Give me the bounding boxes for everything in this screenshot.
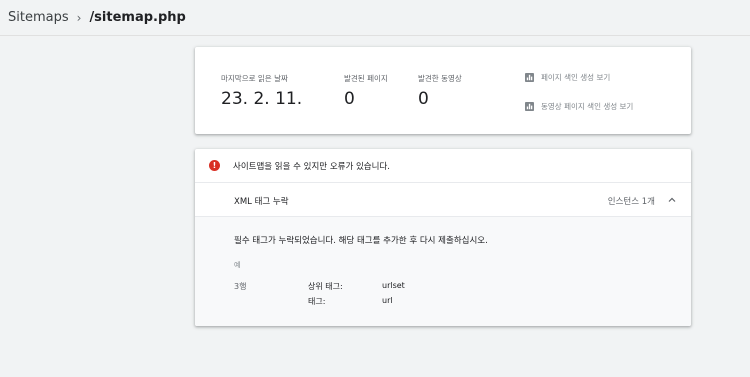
issue-example-label: 예: [234, 261, 241, 269]
stat-discovered-pages: 발견된 페이지 0: [344, 73, 388, 109]
bar-chart-icon: [525, 73, 534, 82]
stat-discovered-pages-value: 0: [344, 89, 355, 109]
view-page-indexing-label: 페이지 색인 생성 보기: [541, 73, 611, 82]
stat-discovered-videos-value: 0: [418, 89, 429, 109]
stat-discovered-pages-label: 발견된 페이지: [344, 74, 388, 83]
tag-key: 태그:: [308, 297, 326, 306]
issue-row-title: XML 태그 누락: [234, 197, 289, 207]
stat-discovered-videos-label: 발견한 동영상: [418, 74, 462, 83]
tag-value: url: [382, 296, 393, 305]
page-title: /sitemap.php: [89, 10, 186, 25]
issue-line-number: 3행: [234, 282, 247, 291]
view-video-indexing-link[interactable]: 동영상 페이지 색인 생성 보기: [525, 101, 633, 112]
sitemap-summary-card: 마지막으로 읽은 날짜 23. 2. 11. 발견된 페이지 0 발견한 동영상…: [195, 47, 691, 134]
issue-title: 사이트맵을 읽을 수 있지만 오류가 있습니다.: [233, 162, 390, 172]
view-page-indexing-link[interactable]: 페이지 색인 생성 보기: [525, 72, 610, 83]
stat-last-read: 마지막으로 읽은 날짜 23. 2. 11.: [221, 73, 302, 109]
breadcrumb: Sitemaps › /sitemap.php: [0, 0, 750, 36]
issue-detail-message: 필수 태그가 누락되었습니다. 해당 태그를 추가한 후 다시 제출하십시오.: [234, 236, 488, 246]
bar-chart-icon: [525, 102, 534, 111]
breadcrumb-sitemaps-link[interactable]: Sitemaps: [8, 10, 69, 25]
sitemap-issues-card: ! 사이트맵을 읽을 수 있지만 오류가 있습니다. XML 태그 누락 인스턴…: [195, 149, 691, 326]
view-video-indexing-label: 동영상 페이지 색인 생성 보기: [541, 102, 634, 111]
breadcrumb-separator: ›: [76, 10, 82, 25]
issue-row-xml-tag-missing[interactable]: XML 태그 누락 인스턴스 1개: [195, 183, 691, 217]
parent-tag-value: urlset: [382, 281, 405, 290]
stat-discovered-videos: 발견한 동영상 0: [418, 73, 462, 109]
chevron-up-icon[interactable]: [667, 195, 677, 205]
issue-detail: 필수 태그가 누락되었습니다. 해당 태그를 추가한 후 다시 제출하십시오. …: [195, 217, 691, 326]
issue-row-count: 인스턴스 1개: [607, 197, 655, 207]
parent-tag-key: 상위 태그:: [308, 282, 343, 291]
issue-header: ! 사이트맵을 읽을 수 있지만 오류가 있습니다.: [195, 149, 691, 183]
stat-last-read-value: 23. 2. 11.: [221, 89, 303, 109]
stat-last-read-label: 마지막으로 읽은 날짜: [221, 74, 288, 83]
error-icon: !: [209, 160, 220, 171]
